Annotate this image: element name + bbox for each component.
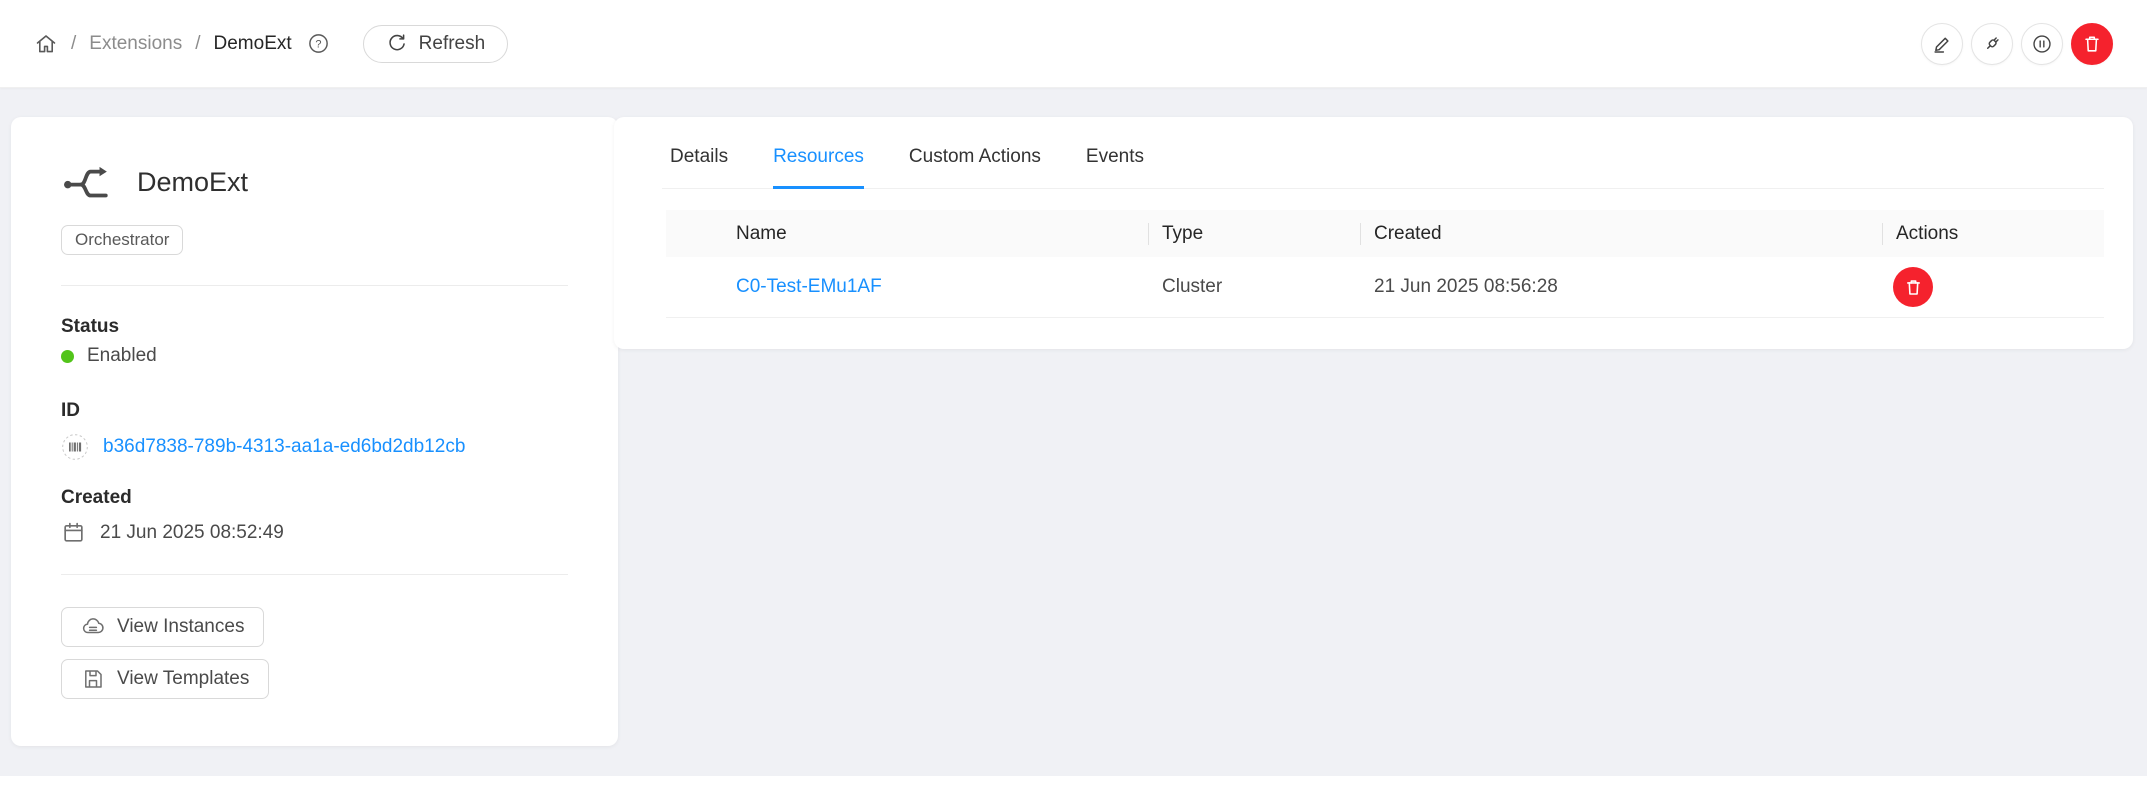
- help-question-circle-icon[interactable]: ?: [307, 32, 330, 55]
- resource-created-cell: 21 Jun 2025 08:56:28: [1360, 276, 1882, 298]
- resource-name-link[interactable]: C0-Test-EMu1AF: [736, 276, 882, 297]
- template-save-icon: [81, 667, 105, 691]
- delete-resource-button[interactable]: [1893, 267, 1933, 307]
- trash-icon: [2081, 33, 2103, 55]
- calendar-icon: [61, 520, 86, 545]
- view-templates-label: View Templates: [117, 668, 249, 690]
- extension-route-icon: [61, 157, 111, 207]
- tab-resources[interactable]: Resources: [773, 146, 864, 188]
- column-header-name: Name: [666, 223, 1148, 245]
- id-value-line: b36d7838-789b-4313-aa1a-ed6bd2db12cb: [61, 433, 465, 461]
- extension-detail-card: DemoExt Orchestrator Status Enabled ID: [11, 117, 618, 746]
- table-row: C0-Test-EMu1AF Cluster 21 Jun 2025 08:56…: [666, 257, 2104, 318]
- delete-extension-button[interactable]: [2071, 23, 2113, 65]
- extension-header: DemoExt: [61, 157, 248, 207]
- resource-type-cell: Cluster: [1148, 276, 1360, 298]
- view-templates-button[interactable]: View Templates: [61, 659, 269, 699]
- id-label: ID: [61, 400, 80, 422]
- tabs-bar: Details Resources Custom Actions Events: [662, 117, 2104, 189]
- page: / Extensions / DemoExt ? Refresh: [0, 0, 2147, 786]
- tab-details[interactable]: Details: [670, 146, 728, 188]
- resources-table: Name Type Created Actions C0-Test-EMu1AF…: [666, 210, 2104, 318]
- edit-button[interactable]: [1921, 23, 1963, 65]
- status-value: Enabled: [87, 345, 157, 367]
- created-value-line: 21 Jun 2025 08:52:49: [61, 520, 284, 545]
- extension-type-badge: Orchestrator: [61, 225, 183, 255]
- column-header-actions: Actions: [1882, 223, 2104, 245]
- column-header-type: Type: [1148, 223, 1360, 245]
- breadcrumb-separator: /: [195, 33, 200, 55]
- pause-button[interactable]: [2021, 23, 2063, 65]
- view-instances-label: View Instances: [117, 616, 244, 638]
- refresh-button[interactable]: Refresh: [363, 25, 509, 63]
- pause-circle-icon: [2031, 33, 2053, 55]
- home-icon[interactable]: [34, 32, 58, 56]
- status-label: Status: [61, 316, 119, 338]
- breadcrumb-extensions[interactable]: Extensions: [89, 33, 182, 55]
- divider: [61, 285, 568, 286]
- trash-icon: [1903, 277, 1924, 298]
- extension-id-link[interactable]: b36d7838-789b-4313-aa1a-ed6bd2db12cb: [103, 436, 465, 458]
- top-bar: / Extensions / DemoExt ? Refresh: [0, 0, 2147, 88]
- edit-pencil-icon: [1931, 33, 1953, 55]
- tab-events[interactable]: Events: [1086, 146, 1144, 188]
- refresh-label: Refresh: [419, 33, 486, 55]
- created-label: Created: [61, 487, 132, 509]
- tab-custom-actions[interactable]: Custom Actions: [909, 146, 1041, 188]
- refresh-icon: [386, 33, 408, 55]
- breadcrumb-current: DemoExt: [214, 33, 292, 55]
- resource-actions-cell: [1882, 267, 2104, 307]
- header-actions: [1921, 23, 2113, 65]
- extension-title: DemoExt: [137, 167, 248, 198]
- extension-content-card: Details Resources Custom Actions Events …: [614, 117, 2133, 349]
- connect-button[interactable]: [1971, 23, 2013, 65]
- plug-icon: [1981, 33, 2003, 55]
- resource-name-cell: C0-Test-EMu1AF: [666, 276, 1148, 298]
- barcode-icon[interactable]: [61, 433, 89, 461]
- breadcrumb: / Extensions / DemoExt ? Refresh: [34, 25, 508, 63]
- status-enabled-dot: [61, 350, 74, 363]
- breadcrumb-separator: /: [71, 33, 76, 55]
- svg-text:?: ?: [315, 39, 321, 51]
- resources-table-header: Name Type Created Actions: [666, 210, 2104, 257]
- divider: [61, 574, 568, 575]
- view-instances-button[interactable]: View Instances: [61, 607, 264, 647]
- created-value: 21 Jun 2025 08:52:49: [100, 522, 284, 544]
- column-header-created: Created: [1360, 223, 1882, 245]
- status-value-line: Enabled: [61, 345, 157, 367]
- cloud-server-icon: [81, 615, 105, 639]
